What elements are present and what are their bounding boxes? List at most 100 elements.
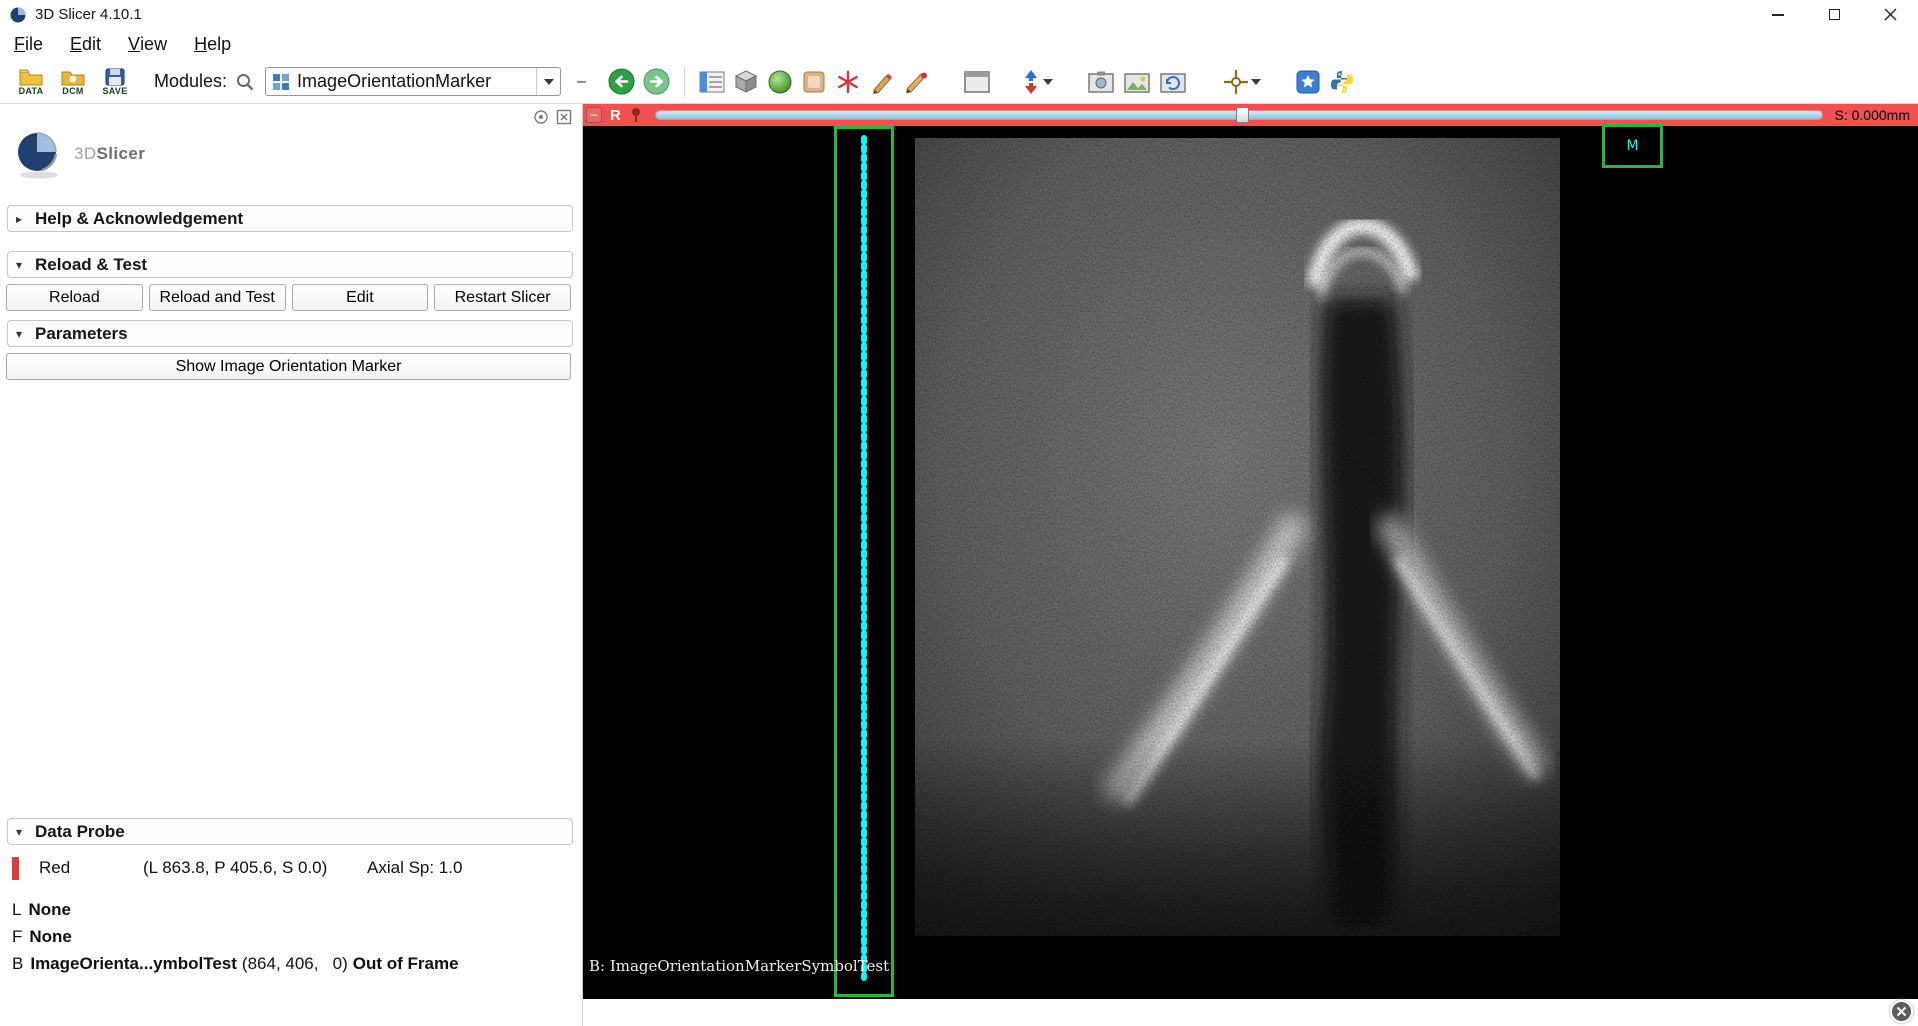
extensions-button[interactable] (1295, 69, 1321, 95)
window-capture-icon (963, 70, 991, 94)
panel-pin-icon[interactable] (533, 109, 549, 125)
probe-layer-foreground: FNone (12, 927, 576, 947)
folder-icon (19, 68, 43, 86)
reload-button-row: Reload Reload and Test Edit Restart Slic… (6, 284, 571, 311)
layout-icon (699, 70, 725, 94)
probe-layer-label: L None (12, 900, 576, 920)
edit-button[interactable]: Edit (292, 284, 429, 311)
slicer-window: 3D Slicer 4.10.1 File Edit View Help DAT… (0, 0, 1918, 1026)
pencil-ruler-icon (903, 69, 929, 95)
minimize-button[interactable] (1750, 0, 1806, 29)
maximize-icon (1829, 9, 1840, 20)
slice-viewport[interactable]: M B: ImageOrientationMarkerSymbolTest (583, 126, 1918, 999)
slice-view-label: R (610, 107, 621, 124)
close-button[interactable] (1862, 0, 1918, 29)
sphere-icon (767, 69, 793, 95)
load-dicom-label: DCM (62, 87, 83, 96)
chevron-down-icon (544, 79, 554, 85)
probe-ras-coordinates: (L 863.8, P 405.6, S 0.0) (143, 858, 327, 878)
collapse-arrow-icon: ▸ (16, 212, 27, 226)
slice-offset-value: S: 0.000mm (1835, 107, 1910, 123)
menu-bar: File Edit View Help (0, 29, 1918, 60)
ruler-button[interactable] (869, 69, 895, 95)
cube-button[interactable] (733, 69, 759, 95)
volume-button[interactable] (801, 69, 827, 95)
show-image-orientation-marker-button[interactable]: Show Image Orientation Marker (6, 353, 571, 380)
ultrasound-image (915, 138, 1560, 936)
load-data-button[interactable]: DATA (14, 62, 48, 102)
section-title: Help & Acknowledgement (35, 209, 243, 229)
layer-ijk-coordinates: (864, 406, 0) (242, 954, 348, 973)
window-capture-button[interactable] (963, 70, 991, 94)
menu-file-accel: F (14, 34, 25, 55)
back-arrow-icon (608, 68, 635, 95)
close-icon (1884, 8, 1897, 21)
probe-layer-background: BImageOrienta...ymbolTest(864, 406, 0)Ou… (12, 954, 576, 974)
menu-item-edit[interactable]: Edit (70, 34, 101, 55)
panel-close-icon[interactable] (556, 109, 572, 125)
module-panel: 3DSlicer ▸ Help & Acknowledgement ▾ Relo… (0, 104, 583, 1026)
floppy-icon (105, 68, 125, 86)
module-search-icon[interactable] (235, 72, 255, 92)
layout-selector-button[interactable] (699, 70, 725, 94)
restart-slicer-button[interactable]: Restart Slicer (434, 284, 571, 311)
panel-header-icons (533, 109, 572, 125)
section-data-probe[interactable]: ▾ Data Probe (7, 818, 573, 845)
combobox-caret[interactable] (536, 68, 560, 95)
forward-arrow-icon (643, 68, 670, 95)
menu-item-help[interactable]: Help (194, 34, 231, 55)
window-title: 3D Slicer 4.10.1 (35, 6, 142, 23)
view-controller-collapse-button[interactable]: – (586, 107, 602, 123)
load-dicom-button[interactable]: DCM (56, 62, 90, 102)
reload-button[interactable]: Reload (6, 284, 143, 311)
minimize-icon (1772, 14, 1784, 16)
section-title: Reload & Test (35, 255, 147, 275)
volume-icon (801, 69, 827, 95)
maximize-button[interactable] (1806, 0, 1862, 29)
crosshair-button[interactable] (1223, 69, 1261, 95)
reload-and-test-button[interactable]: Reload and Test (149, 284, 286, 311)
orientation-marker-letter: M (1626, 138, 1638, 154)
modules-label: Modules: (154, 71, 227, 92)
statusbar-close-button[interactable] (1890, 1000, 1913, 1023)
screenshot-button[interactable] (1087, 70, 1115, 94)
pin-icon[interactable] (629, 107, 643, 123)
python-console-button[interactable] (1329, 69, 1355, 95)
scene-restore-button[interactable] (1159, 70, 1187, 94)
chevron-down-icon (1043, 79, 1053, 85)
menu-edit-accel: E (70, 34, 82, 55)
layer-value: None (28, 900, 71, 919)
modules-combobox[interactable]: ImageOrientationMarker (265, 67, 561, 96)
highlight-rect-line (834, 126, 894, 997)
slider-handle[interactable] (1236, 107, 1249, 123)
save-button[interactable]: SAVE (98, 62, 132, 102)
chevron-down-icon (1251, 79, 1261, 85)
forward-button[interactable] (643, 68, 670, 95)
sphere-button[interactable] (767, 69, 793, 95)
layer-prefix: L (12, 900, 21, 919)
section-reload-test[interactable]: ▾ Reload & Test (7, 251, 573, 278)
annotation-button[interactable] (903, 69, 929, 95)
menu-help-rest: elp (207, 34, 231, 55)
probe-spacing: Axial Sp: 1.0 (367, 858, 462, 878)
back-button[interactable] (608, 68, 635, 95)
slice-offset-button[interactable] (1021, 69, 1053, 95)
slicer-logo-text: 3DSlicer (74, 144, 145, 164)
extensions-icon (1295, 69, 1321, 95)
red-slice-controller-bar: – R S: 0.000mm (583, 104, 1918, 126)
menu-item-file[interactable]: File (14, 34, 43, 55)
probe-view-name: Red (39, 858, 70, 878)
menu-item-view[interactable]: View (128, 34, 167, 55)
toolbar-overflow-button[interactable]: – (573, 73, 590, 91)
layer-prefix: B (12, 954, 23, 973)
screenshot-icon (1087, 70, 1115, 94)
slice-offset-slider[interactable] (655, 108, 1823, 122)
markups-button[interactable] (835, 69, 861, 95)
menu-help-accel: H (194, 34, 207, 55)
menu-view-rest: iew (140, 34, 167, 55)
section-help-acknowledgement[interactable]: ▸ Help & Acknowledgement (7, 205, 573, 232)
updown-arrows-icon (1021, 69, 1041, 95)
title-bar: 3D Slicer 4.10.1 (0, 0, 1918, 29)
section-parameters[interactable]: ▾ Parameters (7, 320, 573, 347)
scene-view-button[interactable] (1123, 70, 1151, 94)
